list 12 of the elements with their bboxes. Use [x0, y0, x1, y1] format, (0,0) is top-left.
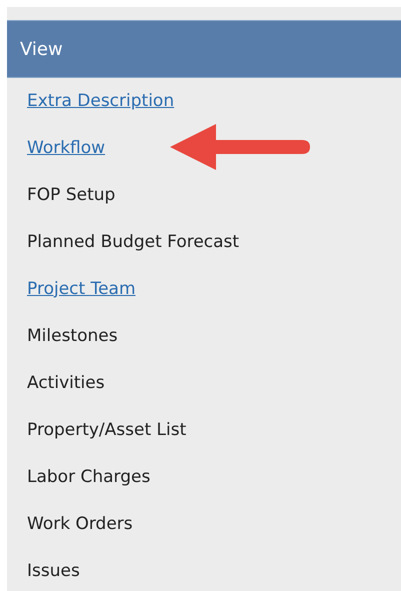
menu-item[interactable]: Work Orders [27, 512, 133, 538]
menu-link[interactable]: Project Team [27, 276, 136, 302]
menu-item[interactable]: Issues [27, 558, 80, 584]
menu-item[interactable]: Labor Charges [27, 464, 150, 490]
menu-item[interactable]: Activities [27, 370, 105, 396]
panel-title: View [20, 38, 63, 62]
menu-item[interactable]: FOP Setup [27, 182, 116, 208]
menu-item[interactable]: Property/Asset List [27, 418, 186, 444]
menu-item[interactable]: Planned Budget Forecast [27, 230, 240, 256]
menu-link[interactable]: Extra Description [27, 88, 174, 114]
menu-item[interactable]: Milestones [27, 324, 118, 350]
menu-link[interactable]: Workflow [27, 136, 106, 162]
